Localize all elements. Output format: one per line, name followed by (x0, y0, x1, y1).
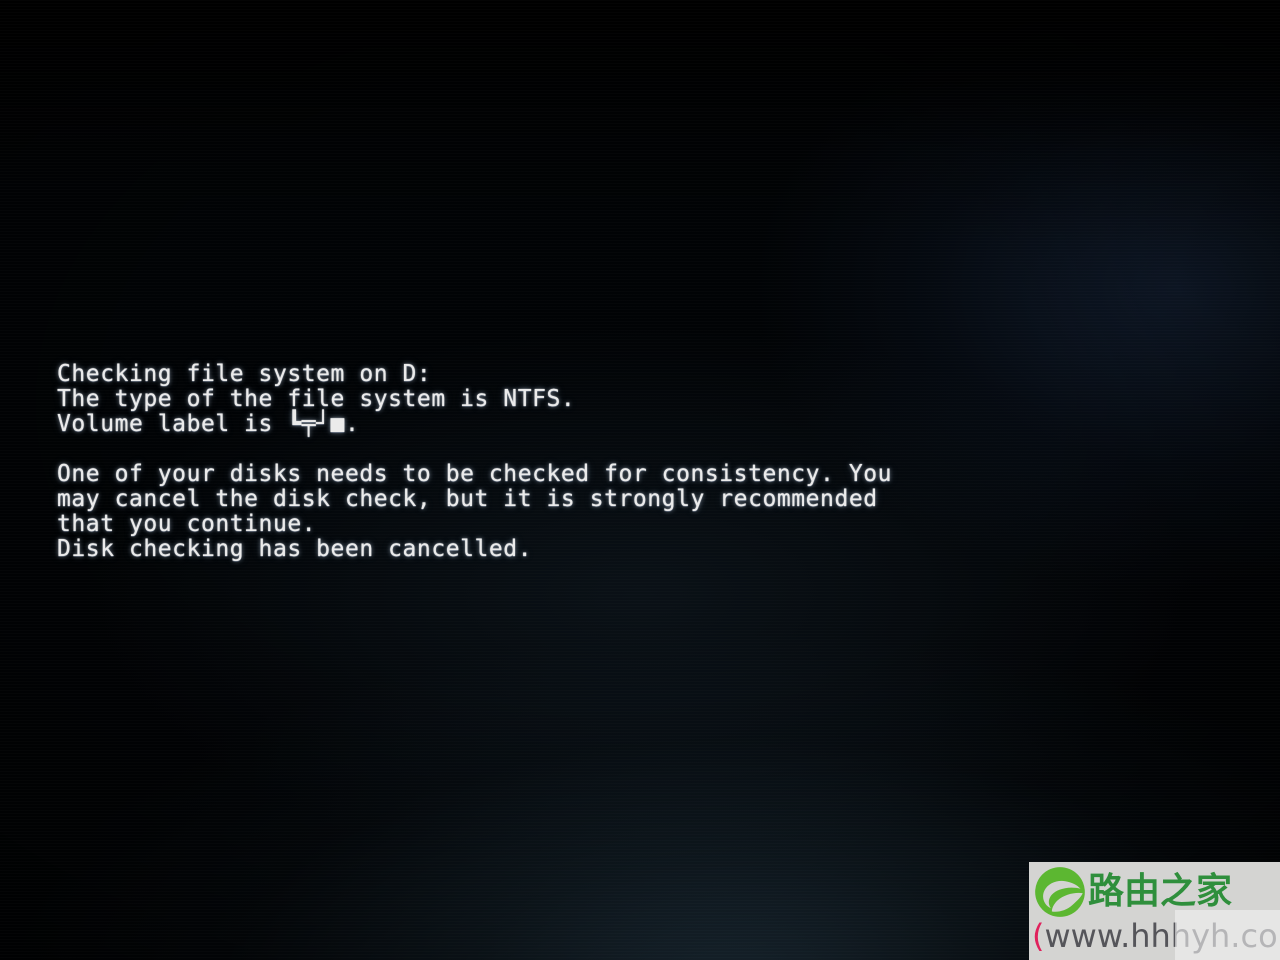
console-line-check-cancelled: Disk checking has been cancelled. (57, 536, 533, 562)
console-line-consistency-warning-3: that you continue. (57, 511, 317, 537)
console-line-checking-filesystem: Checking file system on D: (57, 361, 432, 387)
leaf-circle-logo-icon (1035, 867, 1085, 917)
console-line-filesystem-type: The type of the file system is NTFS. (57, 386, 576, 412)
watermark-url-open-paren: ( (1032, 917, 1045, 955)
console-line-consistency-warning-2: may cancel the disk check, but it is str… (57, 486, 878, 512)
site-watermark: 路由之家 (www.hhhyh.com) (1029, 862, 1280, 960)
watermark-url: (www.hhhyh.com) (1032, 916, 1280, 956)
console-line-volume-label: Volume label is ┗╤┘■. (57, 411, 360, 437)
watermark-site-name: 路由之家 (1088, 871, 1233, 912)
crt-screen: Checking file system on D: The type of t… (0, 0, 1280, 960)
chkdsk-console-output: Checking file system on D: The type of t… (57, 362, 1272, 562)
watermark-url-text: www.hhhyh.com (1044, 917, 1280, 955)
watermark-brand: 路由之家 (1029, 864, 1232, 920)
console-line-consistency-warning-1: One of your disks needs to be checked fo… (57, 461, 893, 487)
